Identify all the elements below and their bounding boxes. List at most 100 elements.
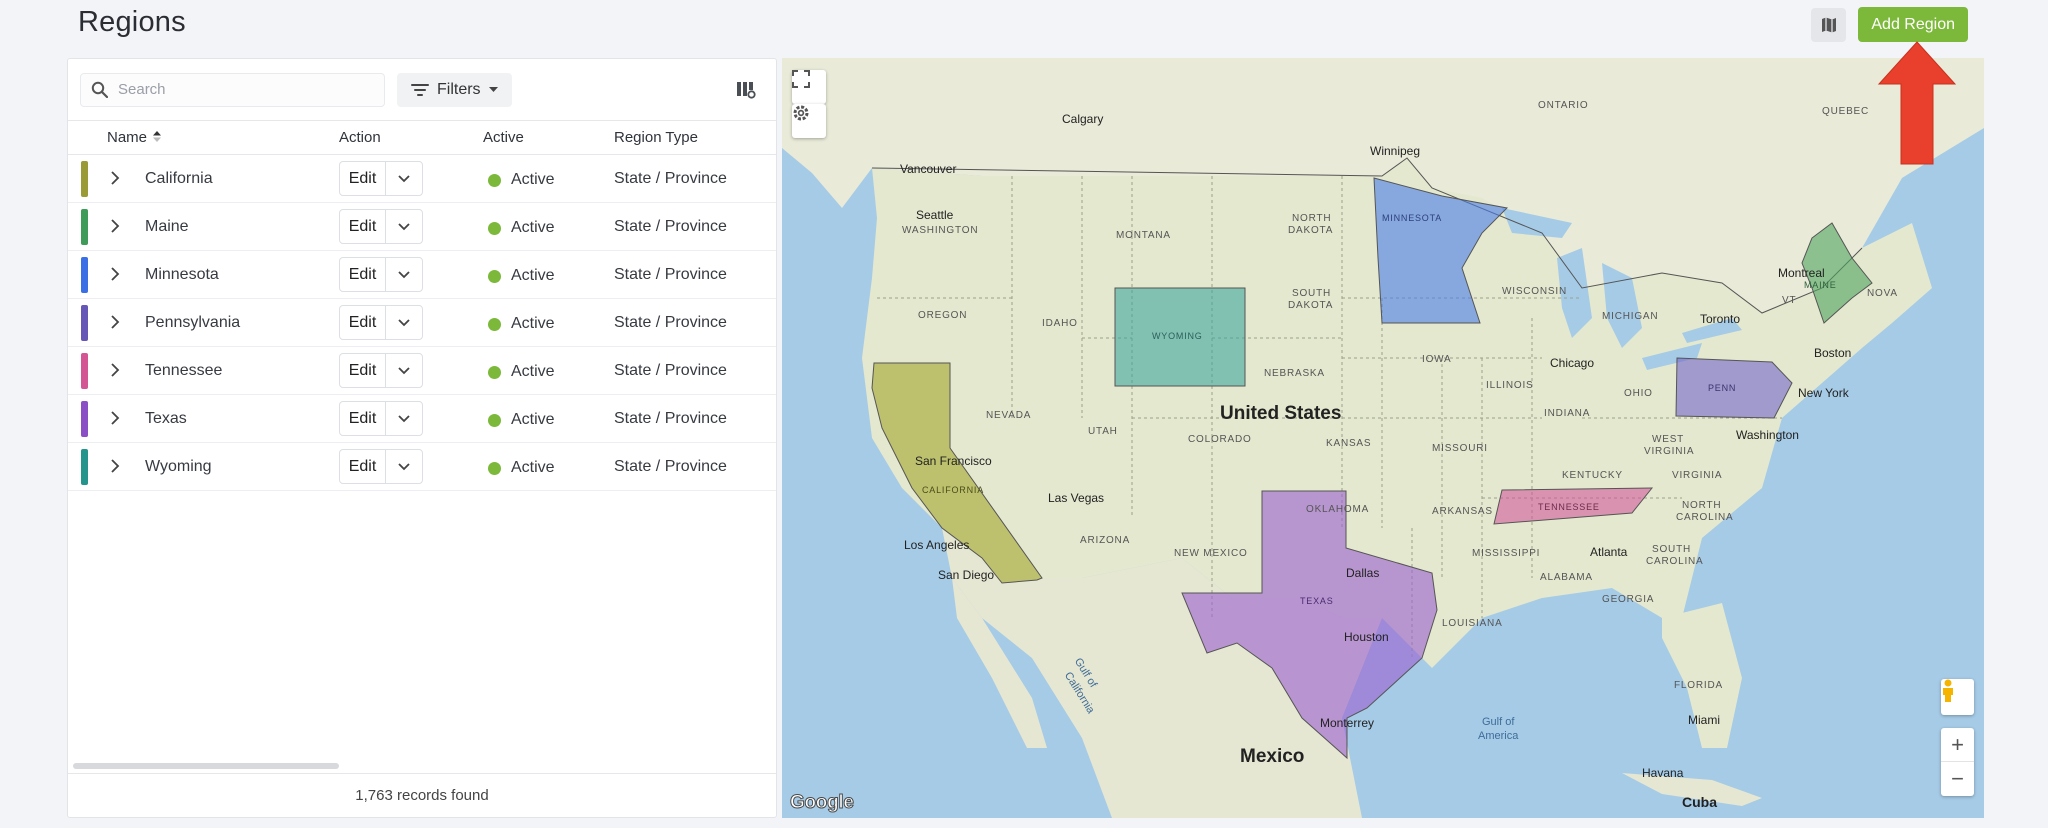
label-louisiana: LOUISIANA xyxy=(1442,618,1503,629)
region-name[interactable]: Wyoming xyxy=(145,458,212,476)
table-row[interactable]: Maine Edit Active State / Province xyxy=(68,203,776,251)
filters-button[interactable]: Filters xyxy=(397,72,512,107)
edit-button[interactable]: Edit xyxy=(340,258,386,291)
status-label: Active xyxy=(511,363,555,380)
city-monterrey: Monterrey xyxy=(1320,716,1375,730)
chevron-down-icon xyxy=(398,270,410,278)
chevron-right-icon[interactable] xyxy=(110,411,120,425)
add-region-button[interactable]: Add Region xyxy=(1858,7,1968,42)
region-name[interactable]: Tennessee xyxy=(145,362,222,380)
label-united-states: United States xyxy=(1220,403,1342,424)
col-active-header: Active xyxy=(483,129,524,146)
status-dot xyxy=(488,413,501,427)
edit-menu-button[interactable] xyxy=(386,450,422,483)
horizontal-scrollbar[interactable] xyxy=(73,763,339,769)
region-name[interactable]: Texas xyxy=(145,410,187,428)
search-box[interactable] xyxy=(80,72,385,107)
label-nevada: NEVADA xyxy=(986,410,1032,421)
region-name[interactable]: Maine xyxy=(145,218,189,236)
region-name[interactable]: California xyxy=(145,170,213,188)
table-row[interactable]: Pennsylvania Edit Active State / Provinc… xyxy=(68,299,776,347)
label-nebraska: NEBRASKA xyxy=(1264,368,1325,379)
edit-menu-button[interactable] xyxy=(386,402,422,435)
region-name[interactable]: Pennsylvania xyxy=(145,314,240,332)
edit-button[interactable]: Edit xyxy=(340,306,386,339)
table-row[interactable]: Minnesota Edit Active State / Province xyxy=(68,251,776,299)
search-icon xyxy=(91,81,108,98)
region-type: State / Province xyxy=(614,362,727,379)
label-oregon: OREGON xyxy=(918,310,968,321)
label-north-dakota-1: NORTH xyxy=(1292,213,1332,224)
page-title: Regions xyxy=(78,6,186,38)
table-row[interactable]: Texas Edit Active State / Province xyxy=(68,395,776,443)
chevron-right-icon[interactable] xyxy=(110,171,120,185)
status-label: Active xyxy=(511,315,555,332)
city-toronto: Toronto xyxy=(1700,312,1741,326)
status-dot xyxy=(488,173,501,187)
status-label: Active xyxy=(511,219,555,236)
table-row[interactable]: California Edit Active State / Province xyxy=(68,155,776,203)
label-quebec: QUEBEC xyxy=(1822,106,1870,117)
chevron-down-icon xyxy=(398,318,410,326)
chevron-down-icon xyxy=(398,174,410,182)
city-washington: Washington xyxy=(1736,428,1799,442)
city-san-francisco: San Francisco xyxy=(915,454,992,468)
zoom-in-button[interactable]: + xyxy=(1941,728,1974,762)
edit-menu-button[interactable] xyxy=(386,210,422,243)
edit-menu-button[interactable] xyxy=(386,306,422,339)
label-missouri: MISSOURI xyxy=(1432,443,1488,454)
filters-label: Filters xyxy=(437,80,481,98)
label-west-virginia-2: VIRGINIA xyxy=(1644,446,1695,457)
edit-action-group: Edit xyxy=(339,401,423,436)
status-dot xyxy=(488,269,501,283)
chevron-right-icon[interactable] xyxy=(110,267,120,281)
edit-button[interactable]: Edit xyxy=(340,162,386,195)
label-arkansas: ARKANSAS xyxy=(1432,506,1493,517)
region-type: State / Province xyxy=(614,458,727,475)
label-wisconsin: WISCONSIN xyxy=(1502,286,1567,297)
label-iowa: IOWA xyxy=(1422,354,1452,365)
map-view[interactable]: United States Mexico Calgary Winnipeg Va… xyxy=(782,58,1984,818)
city-havana: Havana xyxy=(1642,766,1684,780)
map-canvas xyxy=(782,58,1984,818)
chevron-right-icon[interactable] xyxy=(110,219,120,233)
label-oklahoma: OKLAHOMA xyxy=(1306,504,1370,515)
region-type: State / Province xyxy=(614,266,727,283)
col-name-header[interactable]: Name xyxy=(107,129,162,146)
fullscreen-button[interactable] xyxy=(792,70,826,104)
region-name[interactable]: Minnesota xyxy=(145,266,219,284)
edit-menu-button[interactable] xyxy=(386,162,422,195)
label-florida: FLORIDA xyxy=(1674,680,1723,691)
region-type: State / Province xyxy=(614,314,727,331)
zoom-out-button[interactable]: − xyxy=(1941,762,1974,796)
table-row[interactable]: Tennessee Edit Active State / Province xyxy=(68,347,776,395)
edit-button[interactable]: Edit xyxy=(340,450,386,483)
chevron-right-icon[interactable] xyxy=(110,363,120,377)
edit-button[interactable]: Edit xyxy=(340,210,386,243)
edit-menu-button[interactable] xyxy=(386,354,422,387)
map-toggle-button[interactable] xyxy=(1811,7,1847,42)
label-kentucky: KENTUCKY xyxy=(1562,470,1623,481)
edit-button[interactable]: Edit xyxy=(340,402,386,435)
status-badge: Active xyxy=(488,171,555,189)
edit-menu-button[interactable] xyxy=(386,258,422,291)
city-new-york: New York xyxy=(1798,386,1849,400)
label-arizona: ARIZONA xyxy=(1080,535,1131,546)
table-row[interactable]: Wyoming Edit Active State / Province xyxy=(68,443,776,491)
chevron-right-icon[interactable] xyxy=(110,315,120,329)
search-input[interactable] xyxy=(118,81,358,98)
edit-action-group: Edit xyxy=(339,305,423,340)
map-settings-button[interactable] xyxy=(792,104,826,138)
label-north-carolina-2: CAROLINA xyxy=(1676,512,1734,523)
top-actions: Add Region xyxy=(1811,7,1968,42)
edit-button[interactable]: Edit xyxy=(340,354,386,387)
city-seattle: Seattle xyxy=(916,208,954,222)
column-settings-button[interactable] xyxy=(736,81,756,104)
region-color-swatch xyxy=(81,305,88,341)
label-wyoming: WYOMING xyxy=(1152,331,1203,341)
region-color-swatch xyxy=(81,401,88,437)
street-view-button[interactable] xyxy=(1941,679,1974,715)
region-color-swatch xyxy=(81,161,88,197)
edit-action-group: Edit xyxy=(339,449,423,484)
chevron-right-icon[interactable] xyxy=(110,459,120,473)
